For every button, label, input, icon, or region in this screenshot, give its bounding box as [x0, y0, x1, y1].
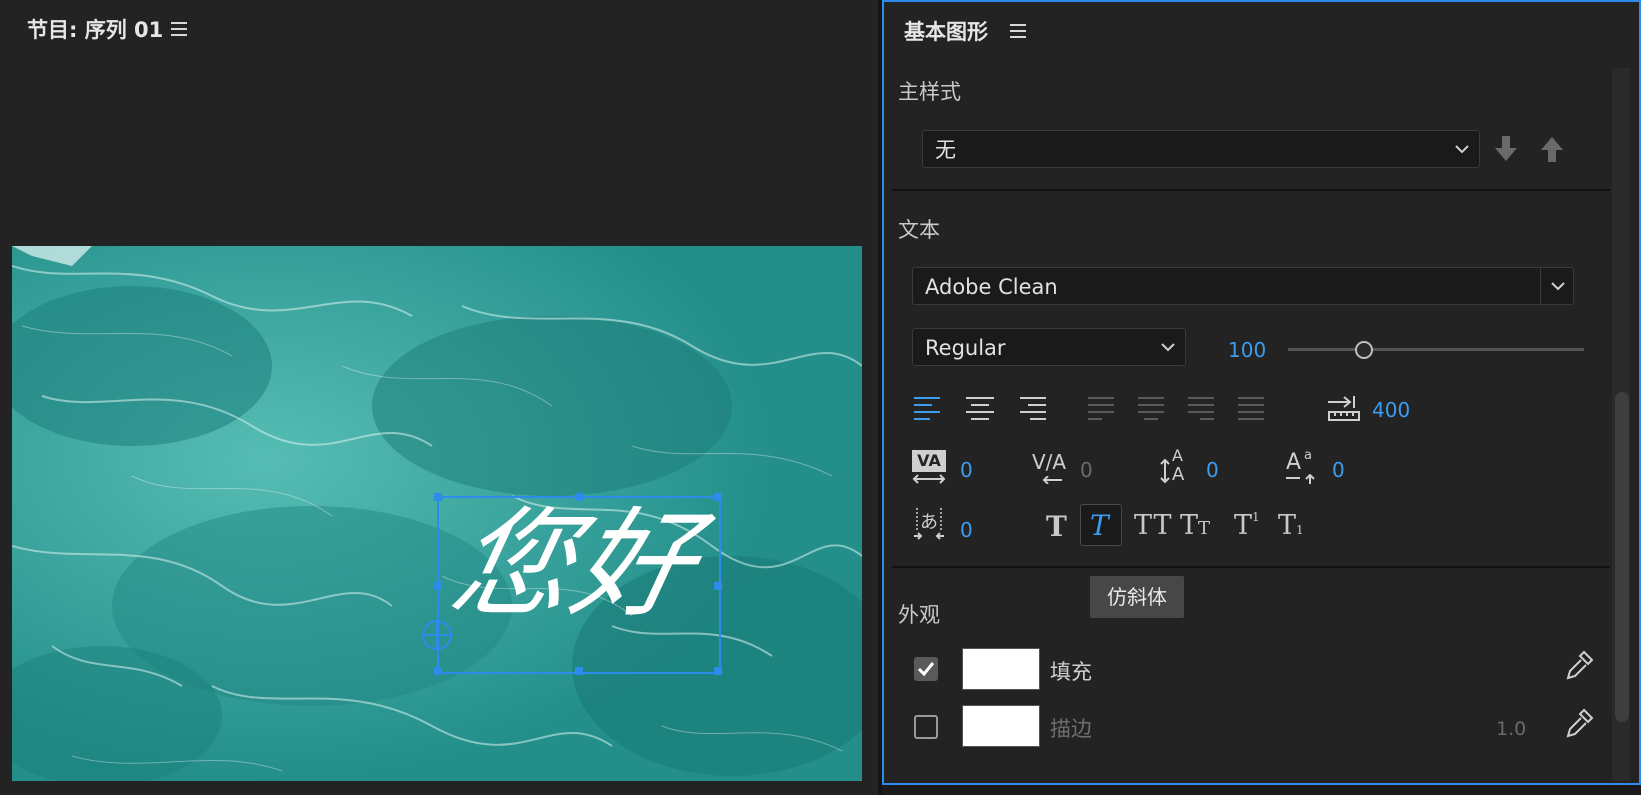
font-style-dropdown[interactable]: Regular — [912, 328, 1186, 366]
faux-italic-icon: T — [1090, 509, 1109, 542]
scrollbar-thumb[interactable] — [1615, 392, 1629, 722]
justify-all-icon[interactable] — [1238, 396, 1264, 422]
appearance-section-label: 外观 — [898, 603, 940, 627]
chevron-down-icon — [1551, 282, 1565, 291]
master-style-label: 主样式 — [898, 80, 961, 104]
tracking-icon: VA — [912, 450, 946, 484]
tab-width-value[interactable]: 400 — [1372, 398, 1410, 422]
chevron-down-icon — [1455, 145, 1469, 154]
font-size-slider-knob[interactable] — [1355, 341, 1373, 359]
text-section-label: 文本 — [898, 218, 940, 242]
tsume-value[interactable]: 0 — [960, 518, 973, 542]
master-style-value: 无 — [935, 138, 956, 162]
checkmark-icon — [917, 662, 935, 677]
resize-handle[interactable] — [575, 667, 583, 675]
push-style-down-icon[interactable] — [1494, 136, 1518, 162]
faux-italic-tooltip: 仿斜体 — [1090, 576, 1184, 618]
kerning-value[interactable]: 0 — [1080, 458, 1093, 482]
justify-last-left-icon[interactable] — [1088, 396, 1114, 422]
all-caps-icon[interactable]: TT — [1134, 510, 1173, 541]
section-separator — [892, 566, 1610, 568]
font-family-dropdown[interactable]: Adobe Clean — [912, 267, 1574, 305]
title-text-layer[interactable]: 您好 — [440, 495, 709, 633]
program-monitor-title[interactable]: 节目: 序列 01 — [27, 14, 163, 44]
stroke-color-swatch[interactable] — [962, 705, 1040, 747]
leading-icon: A A — [1160, 446, 1194, 486]
stroke-width-value[interactable]: 1.0 — [1496, 718, 1526, 740]
stroke-checkbox[interactable] — [914, 715, 938, 739]
faux-bold-icon[interactable]: T — [1046, 510, 1067, 543]
justify-last-center-icon[interactable] — [1138, 396, 1164, 422]
eyedropper-icon[interactable] — [1566, 650, 1594, 680]
faux-italic-button[interactable]: T — [1080, 504, 1122, 546]
fill-checkbox[interactable] — [914, 657, 938, 681]
essential-graphics-title[interactable]: 基本图形 — [904, 16, 988, 46]
kerning-icon: V/A — [1032, 450, 1066, 484]
stroke-label: 描边 — [1050, 717, 1092, 741]
panel-menu-icon[interactable] — [171, 22, 187, 36]
resize-handle[interactable] — [434, 493, 442, 501]
small-caps-icon[interactable]: TT — [1180, 510, 1210, 541]
font-size-slider[interactable] — [1288, 348, 1584, 351]
program-monitor-panel: 节目: 序列 01 您好 — [0, 0, 878, 795]
panel-menu-icon[interactable] — [1010, 24, 1026, 38]
baseline-shift-value[interactable]: 0 — [1332, 458, 1345, 482]
align-center-icon[interactable] — [966, 396, 994, 422]
chevron-down-icon — [1161, 343, 1175, 352]
resize-handle[interactable] — [434, 582, 442, 590]
section-separator — [892, 189, 1610, 191]
fill-label: 填充 — [1050, 660, 1092, 684]
essential-graphics-panel: 基本图形 主样式 无 文本 Adobe Clean Regular 100 40… — [882, 0, 1641, 785]
align-left-icon[interactable] — [914, 396, 942, 422]
resize-handle[interactable] — [714, 493, 722, 501]
fill-color-swatch[interactable] — [962, 648, 1040, 690]
resize-handle[interactable] — [714, 667, 722, 675]
push-style-up-icon[interactable] — [1540, 136, 1564, 162]
tracking-value[interactable]: 0 — [960, 458, 973, 482]
align-right-icon[interactable] — [1018, 396, 1046, 422]
eyedropper-icon[interactable] — [1566, 708, 1594, 738]
justify-last-right-icon[interactable] — [1188, 396, 1214, 422]
font-family-value: Adobe Clean — [925, 275, 1058, 299]
subscript-icon[interactable]: T1 — [1278, 510, 1304, 541]
tab-width-icon — [1328, 396, 1360, 421]
resize-handle[interactable] — [714, 582, 722, 590]
resize-handle[interactable] — [434, 667, 442, 675]
tsume-icon: あ — [914, 508, 944, 542]
anchor-point-icon[interactable] — [421, 619, 453, 651]
font-size-value[interactable]: 100 — [1228, 338, 1266, 362]
superscript-icon[interactable]: T1 — [1234, 510, 1260, 541]
leading-value[interactable]: 0 — [1206, 458, 1219, 482]
master-style-dropdown[interactable]: 无 — [922, 130, 1480, 168]
baseline-shift-icon: A a — [1286, 448, 1320, 484]
font-style-value: Regular — [925, 336, 1006, 360]
